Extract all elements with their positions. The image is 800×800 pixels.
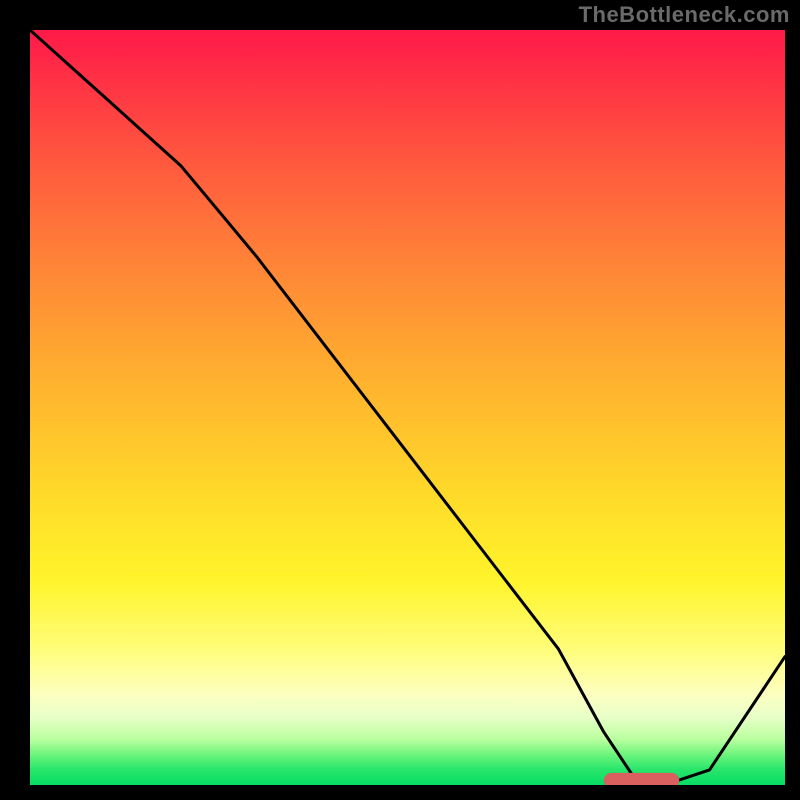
- chart-container: TheBottleneck.com: [0, 0, 800, 800]
- bottleneck-curve: [30, 30, 785, 785]
- optimal-range-marker: [604, 773, 680, 785]
- curve-overlay: [30, 30, 785, 785]
- plot-area: [30, 30, 785, 785]
- attribution-label: TheBottleneck.com: [579, 2, 790, 28]
